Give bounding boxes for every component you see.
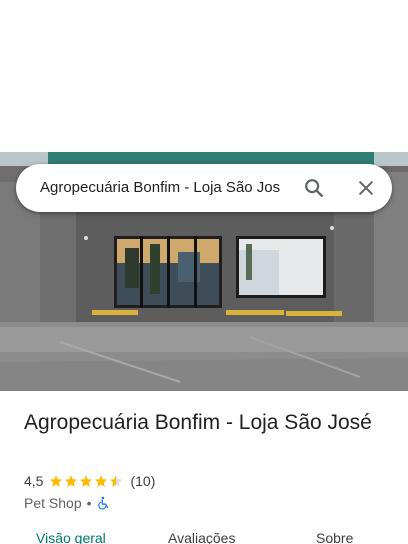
rating-value: 4,5 — [24, 473, 44, 489]
place-info-panel: Agropecuária Bonfim - Loja São José 4,5 … — [0, 391, 408, 544]
rating-row[interactable]: 4,5 (10) — [24, 471, 155, 491]
category-row: Pet Shop • — [24, 493, 111, 513]
star-icon — [65, 475, 78, 487]
tab-reviews[interactable]: Avaliações — [168, 530, 235, 544]
star-icon — [50, 475, 63, 487]
separator-dot: • — [86, 495, 92, 511]
star-icon — [95, 475, 108, 487]
search-bar: Agropecuária Bonfim - Loja São Jos — [16, 164, 392, 212]
close-button[interactable] — [352, 174, 380, 202]
place-title: Agropecuária Bonfim - Loja São José — [24, 411, 372, 434]
star-icon — [80, 475, 93, 487]
map-top-area — [0, 0, 408, 152]
star-rating — [49, 474, 124, 488]
search-input[interactable]: Agropecuária Bonfim - Loja São Jos — [40, 164, 292, 212]
place-category: Pet Shop — [24, 495, 82, 511]
close-icon — [359, 181, 373, 195]
review-count: (10) — [130, 473, 156, 489]
tab-about[interactable]: Sobre — [316, 530, 353, 544]
half-star-icon — [110, 475, 123, 487]
place-tabs: Visão geral Avaliações Sobre — [0, 530, 408, 544]
search-button[interactable] — [300, 174, 328, 202]
wheelchair-icon — [97, 496, 108, 510]
tab-overview[interactable]: Visão geral — [36, 530, 106, 544]
search-icon — [305, 179, 323, 197]
